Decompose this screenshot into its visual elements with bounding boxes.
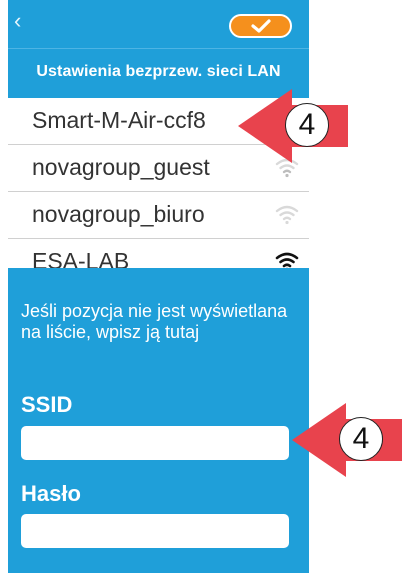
ssid-input[interactable]	[21, 426, 289, 460]
check-icon	[251, 19, 271, 33]
callout-arrow: 4	[236, 88, 391, 164]
back-button[interactable]: ‹	[14, 8, 36, 34]
callout-arrow: 4	[290, 402, 403, 478]
screen: ‹ Ustawienia bezprzew. sieci LAN Smart-M…	[0, 0, 403, 573]
confirm-button[interactable]	[229, 14, 292, 38]
network-name: Smart-M-Air-ccf8	[32, 107, 206, 133]
network-name: novagroup_guest	[32, 154, 210, 180]
ssid-label: SSID	[21, 392, 73, 417]
password-label: Hasło	[21, 481, 81, 506]
chevron-left-icon: ‹	[14, 8, 22, 33]
manual-entry-hint: Jeśli pozycja nie jest wyświetlana na li…	[21, 301, 288, 342]
manual-entry-panel: Jeśli pozycja nie jest wyświetlana na li…	[8, 268, 309, 573]
wifi-weak-icon	[275, 205, 299, 225]
callout-number: 4	[339, 417, 383, 461]
network-name: novagroup_biuro	[32, 201, 205, 227]
network-item[interactable]: novagroup_biuro	[8, 192, 309, 239]
page-title: Ustawienia bezprzew. sieci LAN	[36, 63, 281, 80]
top-bar: ‹	[8, 0, 309, 48]
callout-number: 4	[285, 103, 329, 147]
password-input[interactable]	[21, 514, 289, 548]
phone-screen: ‹ Ustawienia bezprzew. sieci LAN Smart-M…	[8, 0, 309, 573]
